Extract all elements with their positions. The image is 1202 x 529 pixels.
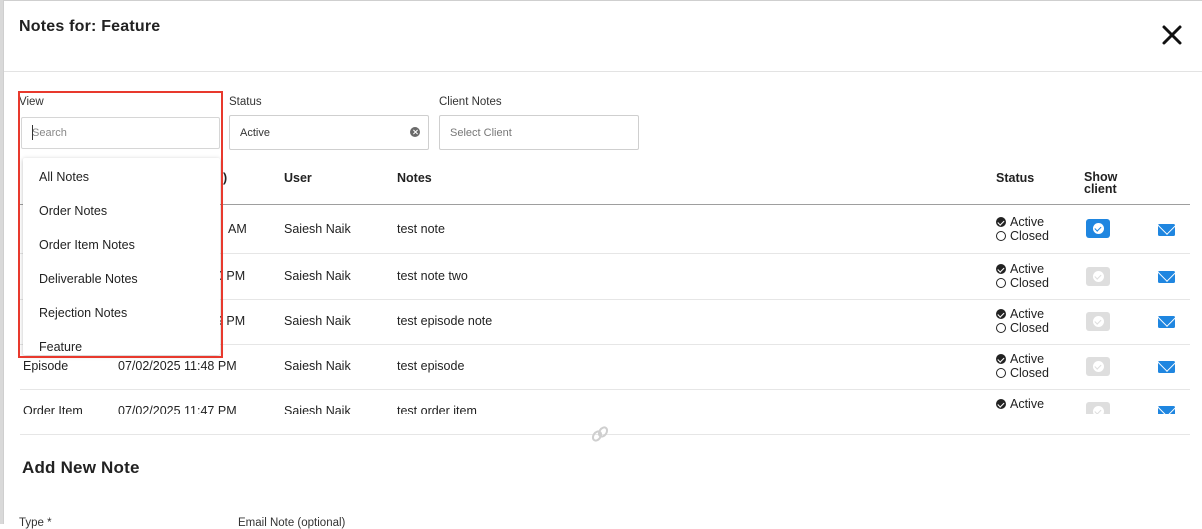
client-notes-label: Client Notes <box>439 96 502 108</box>
show-client-toggle[interactable] <box>1086 219 1110 238</box>
status-active-label: Active <box>1010 262 1045 276</box>
row-date: 07/02/2025 11:47 PM <box>118 404 237 414</box>
row-type: Episode <box>23 359 69 373</box>
row-user: Saiesh Naik <box>284 359 351 373</box>
show-client-toggle[interactable] <box>1086 267 1110 286</box>
header-date: ) <box>223 171 228 185</box>
checked-radio-icon <box>996 217 1006 227</box>
row-user: Saiesh Naik <box>284 269 351 283</box>
checked-radio-icon <box>996 264 1006 274</box>
row-note: test episode <box>397 359 465 373</box>
row-user: Saiesh Naik <box>284 404 351 414</box>
show-client-toggle[interactable] <box>1086 402 1110 414</box>
empty-radio-icon <box>996 231 1006 241</box>
status-closed-radio[interactable]: Closed <box>996 321 1049 335</box>
row-user: Saiesh Naik <box>284 314 351 328</box>
status-closed-label: Closed <box>1010 276 1049 290</box>
status-active-label: Active <box>1010 352 1045 366</box>
row-note: test order item <box>397 404 477 414</box>
header-notes: Notes <box>397 171 432 185</box>
checked-radio-icon <box>996 309 1006 319</box>
row-type: Order Item <box>23 404 83 414</box>
show-client-toggle[interactable] <box>1086 357 1110 376</box>
status-closed-label: Closed <box>1010 229 1049 243</box>
status-active-radio[interactable]: Active <box>996 215 1044 229</box>
highlight-box <box>18 91 223 358</box>
status-active-label: Active <box>1010 397 1045 411</box>
row-note: test episode note <box>397 314 493 328</box>
row-user: Saiesh Naik <box>284 222 351 236</box>
status-active-radio[interactable]: Active <box>996 397 1044 411</box>
header-show-client: Show client <box>1084 170 1118 196</box>
modal-title: Notes for: Feature <box>19 18 161 35</box>
row-date: 07/02/2025 11:48 PM <box>118 359 237 373</box>
status-closed-radio[interactable]: Closed <box>996 366 1049 380</box>
status-closed-label: Closed <box>1010 321 1049 335</box>
email-icon[interactable] <box>1158 406 1175 414</box>
show-client-toggle[interactable] <box>1086 312 1110 331</box>
status-label: Status <box>229 96 262 108</box>
email-icon[interactable] <box>1158 316 1175 328</box>
check-icon <box>1092 361 1104 372</box>
check-icon <box>1092 316 1104 327</box>
header-user: User <box>284 171 312 185</box>
status-closed-radio[interactable]: Closed <box>996 229 1049 243</box>
client-select-placeholder: Select Client <box>450 126 512 139</box>
row-date: AM <box>228 222 247 236</box>
status-select[interactable]: Active <box>229 115 429 150</box>
empty-radio-icon <box>996 368 1006 378</box>
client-select[interactable]: Select Client <box>439 115 639 150</box>
status-active-radio[interactable]: Active <box>996 307 1044 321</box>
status-select-value: Active <box>240 126 270 139</box>
status-closed-radio[interactable]: Closed <box>996 276 1049 290</box>
table-row: Order Item 07/02/2025 11:47 PM Saiesh Na… <box>20 390 1190 414</box>
status-active-radio[interactable]: Active <box>996 262 1044 276</box>
notes-modal: Notes for: Feature View Status Active Cl… <box>3 0 1202 529</box>
add-note-title: Add New Note <box>22 458 140 477</box>
status-active-radio[interactable]: Active <box>996 352 1044 366</box>
email-icon[interactable] <box>1158 271 1175 283</box>
close-button[interactable] <box>1160 23 1184 47</box>
status-active-label: Active <box>1010 307 1045 321</box>
checked-radio-icon <box>996 354 1006 364</box>
clear-icon[interactable] <box>410 127 420 137</box>
modal-header: Notes for: Feature <box>4 1 1202 72</box>
status-closed-label: Closed <box>1010 366 1049 380</box>
checked-radio-icon <box>996 399 1006 409</box>
row-note: test note two <box>397 269 468 283</box>
loading-spinner-icon <box>591 426 609 442</box>
header-status: Status <box>996 171 1035 185</box>
check-icon <box>1092 271 1104 282</box>
email-note-label: Email Note (optional) <box>238 517 346 529</box>
type-label: Type * <box>19 517 52 529</box>
status-active-label: Active <box>1010 215 1045 229</box>
check-icon <box>1092 406 1104 414</box>
empty-radio-icon <box>996 278 1006 288</box>
empty-radio-icon <box>996 323 1006 333</box>
row-note: test note <box>397 222 445 236</box>
email-icon[interactable] <box>1158 361 1175 373</box>
email-icon[interactable] <box>1158 224 1175 236</box>
close-icon <box>1162 25 1182 45</box>
check-icon <box>1092 223 1104 234</box>
